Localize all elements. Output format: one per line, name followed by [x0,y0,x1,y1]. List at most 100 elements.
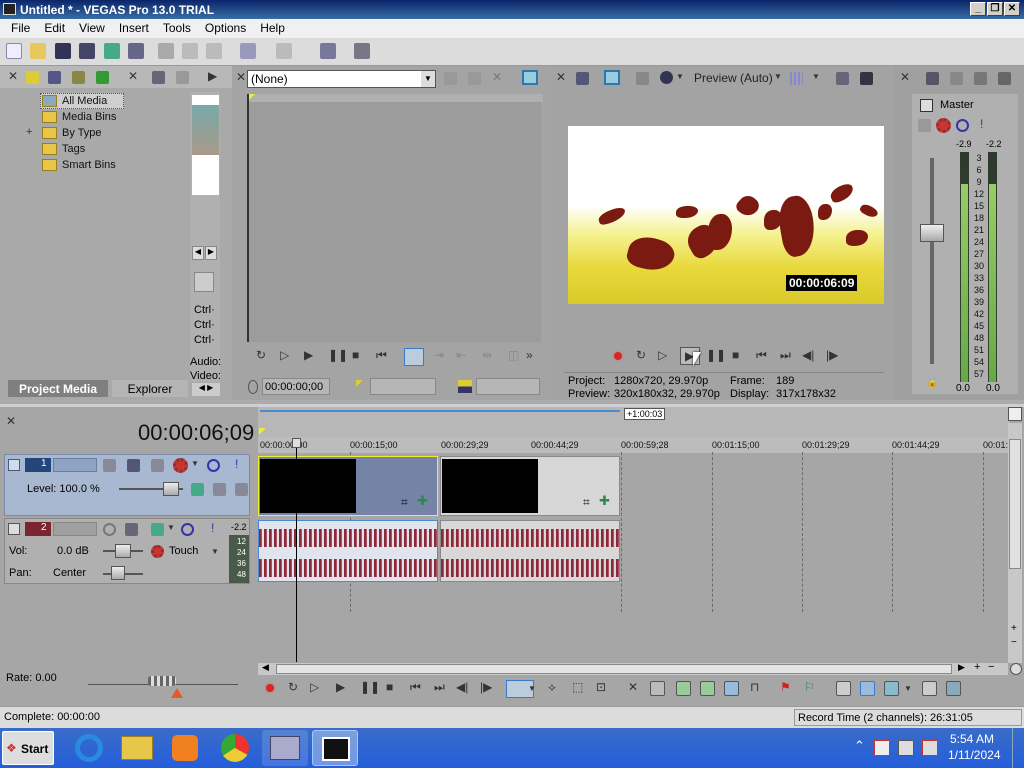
minimize-button[interactable]: _ [970,2,986,16]
play-icon[interactable]: ▶ [304,348,313,362]
rate-slider[interactable] [148,676,176,686]
timeline-hscroll[interactable]: ◀ ▶ + − [258,661,1008,675]
tab-project-media[interactable]: Project Media [8,380,108,397]
refresh-icon[interactable] [96,71,109,84]
go-to-end-icon[interactable]: ⏭ [780,348,791,363]
fx-icon[interactable]: ✚ [599,493,610,509]
tree-tags[interactable]: Tags [62,143,85,155]
trimmer-in-field[interactable] [370,378,436,395]
loop-icon[interactable]: ↻ [288,680,298,694]
trimmer-select[interactable]: (None) ▼ [247,70,436,88]
trim-icon[interactable] [650,681,665,696]
vscroll-thumb[interactable] [1009,439,1021,569]
menu-view[interactable]: View [72,19,112,38]
scale-icon[interactable]: ⇹ [482,348,492,362]
new-icon[interactable] [6,43,22,59]
redo-icon[interactable] [276,43,292,59]
previous-frame-icon[interactable]: ◀| [456,680,468,694]
mute-icon[interactable] [956,119,969,132]
expand-icon[interactable]: + [26,126,32,138]
marker-flag-icon[interactable]: ⚑ [780,680,791,694]
tab-explorer[interactable]: Explorer [112,380,188,397]
more-icon[interactable]: » [526,348,533,362]
copy-snapshot-icon[interactable] [836,72,849,85]
solo-icon[interactable]: ! [980,117,983,131]
video-clip[interactable]: ⌗ ✚ [258,456,438,516]
views-icon[interactable]: ▶ [208,69,217,83]
insert-icon[interactable]: ⇥ [434,348,444,362]
menu-tools[interactable]: Tools [156,19,198,38]
trimmer-fx-icon[interactable] [468,72,481,85]
menu-help[interactable]: Help [253,19,292,38]
menu-edit[interactable]: Edit [37,19,72,38]
tree-media-bins[interactable]: Media Bins [62,111,116,123]
audio-track-header[interactable]: 2 ▼ ! -2.2 12 24 36 48 Vol: 0.0 dB Touch… [4,518,250,584]
remove-icon[interactable]: ✕ [128,69,138,83]
zoom-tool-icon[interactable]: ⊡ [596,680,606,694]
external-monitor-icon[interactable] [604,70,620,85]
keyboard-app-icon[interactable] [262,730,308,766]
fx-icon[interactable]: ✚ [417,493,428,509]
menu-insert[interactable]: Insert [112,19,156,38]
volume-icon[interactable] [922,740,938,756]
track-fx-icon[interactable] [151,459,164,472]
media-fx-icon[interactable] [176,71,189,84]
go-to-start-icon[interactable]: ⏮ [376,348,387,363]
trim-end-icon[interactable] [700,681,715,696]
chevron-down-icon[interactable]: ▼ [904,684,912,693]
menu-options[interactable]: Options [198,19,253,38]
trim-start-icon[interactable] [676,681,691,696]
mute-icon[interactable] [181,523,194,536]
gear-icon[interactable] [173,458,188,473]
chevron-down-icon[interactable]: ▼ [211,547,219,556]
trimmer-monitor-icon[interactable] [522,70,538,85]
loop-icon[interactable]: ↻ [636,348,646,362]
shortcut-icon[interactable] [194,272,214,292]
split-icon[interactable]: ◫ [508,348,519,362]
internet-explorer-icon[interactable] [66,730,112,766]
master-close-icon[interactable]: ✕ [900,70,910,84]
track-name-field[interactable] [53,458,97,472]
scroll-left-icon[interactable]: ◀ [192,246,204,260]
level-slider[interactable] [163,482,179,496]
previous-frame-icon[interactable]: ◀| [802,348,814,362]
auto-ripple-icon[interactable] [884,681,899,696]
paste-icon[interactable] [206,43,222,59]
keyframe-icon[interactable] [191,483,204,496]
preview-quality[interactable]: Preview (Auto) [694,71,773,85]
scroll-right-icon[interactable]: ▶ [205,246,217,260]
add-to-timeline-icon[interactable] [444,72,457,85]
play-from-start-icon[interactable]: ▷ [310,680,319,694]
go-to-end-icon[interactable]: ⏭ [434,680,445,695]
media-thumbnail[interactable] [192,95,219,195]
hscroll-thumb[interactable] [276,664,952,674]
crop-icon[interactable]: ⌗ [583,495,590,510]
media-properties-icon[interactable] [152,71,165,84]
expand-icon[interactable] [235,483,248,496]
automation-gear-icon[interactable] [151,545,164,558]
next-frame-icon[interactable]: |▶ [480,680,492,694]
media-player-icon[interactable] [162,730,208,766]
arm-record-icon[interactable] [103,523,116,536]
zoom-out-icon[interactable]: − [988,661,994,673]
video-track-header[interactable]: 1 ▼ ! Level: 100.0 % [4,454,250,516]
compositing-icon[interactable] [103,459,116,472]
parent-motion-icon[interactable] [127,459,140,472]
mixer-fx-icon[interactable] [950,72,963,85]
loop-icon[interactable]: ↻ [256,348,266,362]
audio-clip[interactable] [258,520,438,582]
invert-phase-icon[interactable] [125,523,138,536]
chevron-down-icon[interactable]: ▼ [421,71,435,87]
chrome-icon[interactable] [212,730,258,766]
stop-icon[interactable]: ■ [386,680,393,694]
region-icon[interactable]: ⚐ [804,680,815,694]
overlays-icon[interactable] [790,72,803,85]
cut-icon[interactable] [158,43,174,59]
scroll-left-icon[interactable]: ◀ [262,662,269,673]
app-icon[interactable] [3,3,16,15]
render-icon[interactable] [104,43,120,59]
action-center-icon[interactable] [874,740,890,756]
close-button[interactable]: ✕ [1004,2,1020,16]
tree-smart-bins[interactable]: Smart Bins [62,159,116,171]
trimmer-close-icon[interactable]: ✕ [236,70,246,84]
